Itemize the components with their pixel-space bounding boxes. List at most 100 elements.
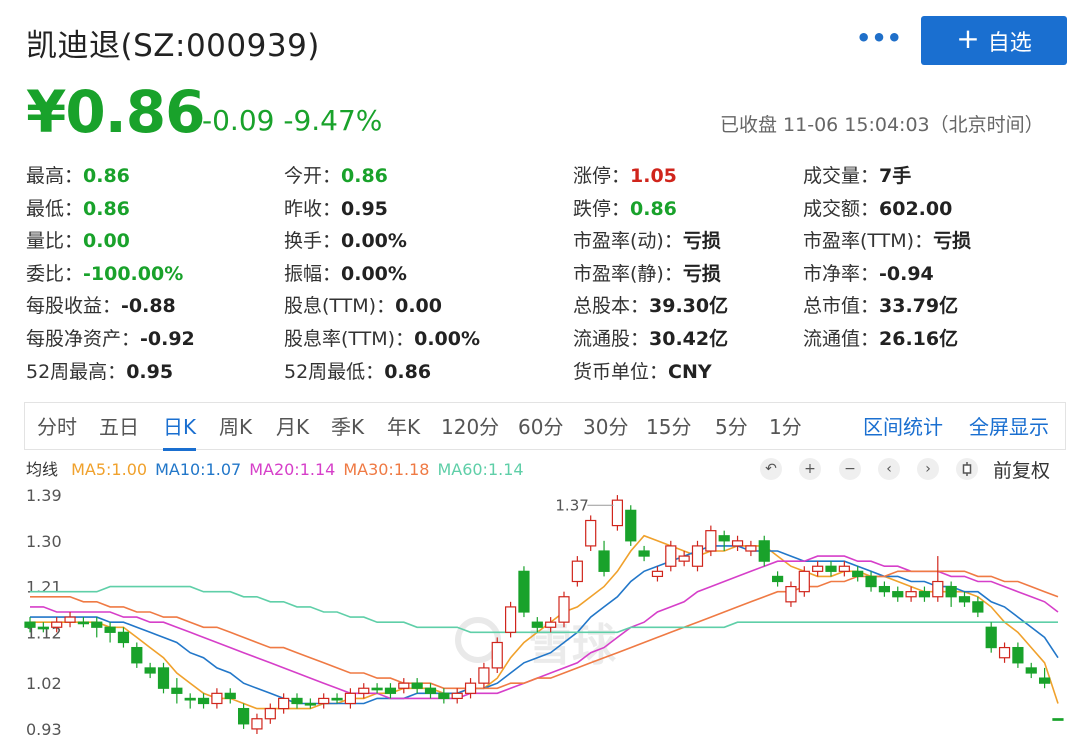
- stat-item: 成交额：602.00: [803, 194, 952, 221]
- tab-12[interactable]: 1分: [769, 403, 802, 451]
- stat-value: 0.00%: [341, 262, 407, 285]
- tab-5[interactable]: 季K: [331, 403, 364, 451]
- ma-legend-item: MA60:1.14: [437, 460, 524, 479]
- candle: [264, 703, 276, 724]
- stat-item: 成交量：7手: [803, 161, 911, 188]
- chevron-right-icon[interactable]: ›: [917, 458, 939, 480]
- stat-value: -0.94: [879, 262, 934, 285]
- stat-label: 每股净资产：: [26, 328, 141, 350]
- stat-item: 每股收益：-0.88: [26, 291, 176, 318]
- chevron-left-icon[interactable]: ‹: [878, 458, 900, 480]
- stat-item: 委比：-100.00%: [26, 259, 183, 286]
- candle: [424, 683, 437, 699]
- undo-icon[interactable]: ↶: [760, 458, 782, 480]
- stat-label: 股息率(TTM)：: [284, 328, 415, 350]
- stat-label: 量比：: [26, 230, 84, 253]
- stat-item: 跌停：0.86: [573, 194, 677, 221]
- candle: [171, 678, 183, 704]
- stat-label: 成交量：: [803, 165, 880, 187]
- stat-value: 0.86: [341, 165, 388, 187]
- candle: [852, 566, 864, 582]
- stat-value: 26.16亿: [879, 328, 959, 350]
- candle: [91, 617, 103, 638]
- price-change: -0.09 -9.47%: [202, 104, 383, 137]
- candle: [505, 601, 517, 638]
- tab-11[interactable]: 5分: [715, 403, 748, 451]
- add-watchlist-label: 自选: [987, 30, 1032, 56]
- stat-value: 0.00: [395, 295, 442, 318]
- candle: [892, 586, 904, 602]
- stat-label: 股息(TTM)：: [284, 295, 396, 318]
- stat-value: -0.88: [121, 295, 176, 318]
- candle: [398, 678, 410, 694]
- candle: [251, 713, 263, 734]
- stat-label: 换手：: [284, 230, 342, 253]
- tab-2[interactable]: 日K: [163, 403, 197, 451]
- tab-1[interactable]: 五日: [99, 403, 139, 451]
- stat-label: 市盈率(TTM)：: [803, 230, 934, 253]
- more-options-icon[interactable]: •••: [856, 26, 902, 50]
- stat-item: 昨收：0.95: [284, 194, 388, 221]
- tab-8[interactable]: 60分: [518, 403, 563, 451]
- stat-item: 市盈率(静)：亏损: [573, 259, 721, 286]
- candle: [731, 535, 744, 551]
- candle: [825, 561, 837, 577]
- y-tick-label: 0.93: [26, 720, 62, 739]
- chart-period-tabs: 分时 五日 日K 周K 月K 季K 年K 120分 60分 30分 15分 5分 1分 区间统计 全屏显…: [24, 402, 1066, 451]
- tab-3[interactable]: 周K: [219, 403, 252, 451]
- tab-0[interactable]: 分时: [37, 403, 77, 451]
- stat-label: 52周最高：: [26, 360, 127, 383]
- candle: [451, 688, 463, 704]
- candle: [197, 693, 210, 709]
- ma-legend-item: MA30:1.18: [343, 460, 430, 479]
- add-watchlist-button[interactable]: + 自选: [921, 16, 1067, 65]
- tab-9[interactable]: 30分: [583, 403, 628, 451]
- stat-label: 今开：: [284, 165, 342, 187]
- stat-item: 流通股：30.42亿: [573, 324, 728, 351]
- stat-item: 股息率(TTM)：0.00%: [284, 324, 480, 351]
- stat-value: 33.79亿: [879, 295, 959, 318]
- tab-10[interactable]: 15分: [646, 403, 691, 451]
- tab-6[interactable]: 年K: [387, 403, 420, 451]
- candle: [224, 688, 236, 704]
- tab-4[interactable]: 月K: [276, 403, 309, 451]
- candle: [384, 683, 397, 699]
- stat-label: 最低：: [26, 197, 84, 220]
- candle: [558, 591, 570, 628]
- candle: [918, 586, 931, 602]
- range-stats-link[interactable]: 区间统计: [863, 403, 943, 451]
- stat-item: 流通值：26.16亿: [803, 324, 958, 351]
- tab-7[interactable]: 120分: [441, 403, 499, 451]
- stat-item: 最低：0.86: [26, 194, 130, 221]
- zoom-out-icon[interactable]: −: [839, 458, 861, 480]
- kline-chart[interactable]: 雪球 1.391.301.211.121.020.93 1.37: [0, 484, 1080, 744]
- candle: [491, 637, 503, 673]
- stat-item: 52周最高：0.95: [26, 357, 173, 384]
- candle: [144, 662, 156, 679]
- candle: [678, 551, 690, 567]
- candle: [1012, 642, 1024, 668]
- ma-label: 均线: [26, 460, 59, 479]
- stat-value: 0.86: [83, 197, 130, 220]
- y-tick-label: 1.21: [26, 578, 62, 597]
- candle: [64, 612, 76, 628]
- stat-value: 602.00: [879, 197, 953, 220]
- fullscreen-link[interactable]: 全屏显示: [969, 403, 1049, 451]
- candle: [812, 561, 824, 577]
- y-tick-label: 1.02: [26, 674, 62, 693]
- candle: [571, 556, 583, 587]
- candle: [371, 683, 383, 694]
- candle: [585, 515, 597, 551]
- stat-value: 0.00: [83, 230, 130, 253]
- zoom-in-icon[interactable]: +: [799, 458, 821, 480]
- stat-value: CNY: [668, 360, 712, 383]
- stat-label: 市盈率(静)：: [573, 262, 683, 285]
- candle-style-icon[interactable]: [956, 458, 978, 480]
- stat-value: 0.00%: [341, 230, 407, 253]
- stat-label: 委比：: [26, 262, 84, 285]
- candle: [184, 693, 196, 709]
- price-adjust-select[interactable]: 前复权: [993, 456, 1050, 483]
- candle: [745, 540, 757, 557]
- candle: [651, 566, 664, 582]
- ma-legend-item: MA5:1.00: [71, 460, 148, 479]
